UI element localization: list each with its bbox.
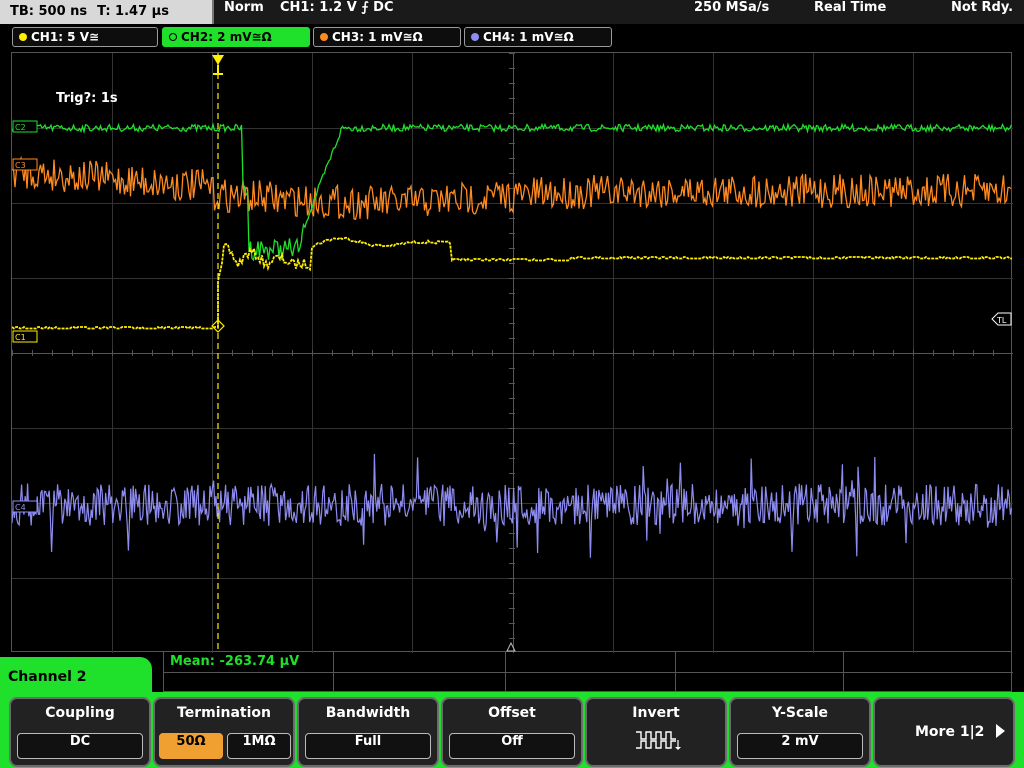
ch3-dot-icon: [320, 33, 328, 41]
chevron-right-icon: [996, 724, 1005, 738]
offset-label: Offset: [488, 705, 536, 721]
trigger-source-setting[interactable]: CH1: 1.2 V ⨍ DC: [280, 0, 394, 24]
tab-ch2[interactable]: CH2: 2 mV≅Ω: [162, 27, 310, 47]
bandwidth-value: Full: [305, 733, 431, 759]
acquisition-mode: Real Time: [814, 0, 887, 15]
coupling-value: DC: [17, 733, 143, 759]
trigger-time-value: T: 1.47 µs: [97, 4, 169, 19]
ch2-dot-icon: [169, 33, 177, 41]
channel-menu-title: Channel 2: [0, 657, 152, 702]
tab-ch1[interactable]: CH1: 5 V≅: [12, 27, 158, 47]
trigger-status: Not Rdy.: [951, 0, 1014, 15]
trigger-position-icon[interactable]: [212, 55, 224, 75]
mean-measurement: Mean: -263.74 µV: [170, 654, 300, 669]
ch2-marker-label: C2: [15, 123, 26, 132]
offset-button[interactable]: Offset Off: [441, 697, 583, 767]
timebase-box[interactable]: TB: 500 ns T: 1.47 µs: [0, 0, 214, 24]
coupling-label: Coupling: [45, 705, 115, 721]
timebase-value: TB: 500 ns: [10, 4, 88, 19]
y-scale-label: Y-Scale: [771, 705, 828, 721]
tab-ch4[interactable]: CH4: 1 mV≅Ω: [464, 27, 612, 47]
y-scale-button[interactable]: Y-Scale 2 mV: [729, 697, 871, 767]
y-scale-value: 2 mV: [737, 733, 863, 759]
status-bar: TB: 500 ns T: 1.47 µs Norm CH1: 1.2 V ⨍ D…: [0, 0, 1024, 24]
coupling-button[interactable]: Coupling DC: [9, 697, 151, 767]
trigger-mode[interactable]: Norm: [224, 0, 264, 24]
trigger-timeout-label: Trig?: 1s: [56, 91, 118, 106]
graticule-grid: [12, 53, 1013, 653]
trigger-level-marker[interactable]: TL: [991, 312, 1012, 326]
invert-label: Invert: [632, 705, 680, 721]
sample-rate: 250 MSa/s: [694, 0, 770, 15]
waveform-display[interactable]: C2 C3 C1 C4 TL Trig?: 1s: [11, 52, 1013, 653]
ch1-level-marker[interactable]: C1: [12, 330, 38, 343]
bandwidth-label: Bandwidth: [325, 705, 411, 721]
channel-tabs: CH1: 5 V≅ CH2: 2 mV≅Ω CH3: 1 mV≅Ω CH4: 1…: [0, 26, 1024, 48]
ch4-waveform: [12, 453, 1013, 558]
ch2-level-marker[interactable]: C2: [12, 120, 38, 133]
termination-label: Termination: [177, 705, 271, 721]
measurement-panel: Mean: -263.74 µV: [163, 652, 1013, 692]
termination-button[interactable]: Termination 50Ω 1MΩ: [153, 697, 295, 767]
ch4-marker-label: C4: [15, 503, 26, 512]
offset-value: Off: [449, 733, 575, 759]
meas-divider: [164, 672, 1013, 673]
ch4-level-marker[interactable]: C4: [12, 500, 38, 513]
bandwidth-button[interactable]: Bandwidth Full: [297, 697, 439, 767]
invert-button[interactable]: Invert: [585, 697, 727, 767]
ch3-marker-label: C3: [15, 161, 26, 170]
tab-ch3-label: CH3: 1 mV≅Ω: [332, 30, 423, 44]
tab-ch3[interactable]: CH3: 1 mV≅Ω: [313, 27, 461, 47]
tab-ch4-label: CH4: 1 mV≅Ω: [483, 30, 574, 44]
ch4-dot-icon: [471, 33, 479, 41]
more-label: More 1|2: [915, 724, 985, 740]
waveform-canvas: C2 C3 C1 C4 TL: [12, 53, 1013, 653]
trigger-level-label: TL: [996, 316, 1007, 325]
termination-50ohm-option[interactable]: 50Ω: [159, 733, 223, 759]
more-button[interactable]: More 1|2: [873, 697, 1015, 767]
ch1-marker-label: C1: [15, 333, 26, 342]
ch1-waveform: [12, 236, 1012, 330]
ch1-dot-icon: [19, 33, 27, 41]
termination-1mohm-option[interactable]: 1MΩ: [227, 733, 291, 759]
ch3-level-marker[interactable]: C3: [12, 158, 38, 171]
square-wave-icon: [636, 731, 681, 750]
tab-ch1-label: CH1: 5 V≅: [31, 30, 100, 44]
tab-ch2-label: CH2: 2 mV≅Ω: [181, 30, 272, 44]
